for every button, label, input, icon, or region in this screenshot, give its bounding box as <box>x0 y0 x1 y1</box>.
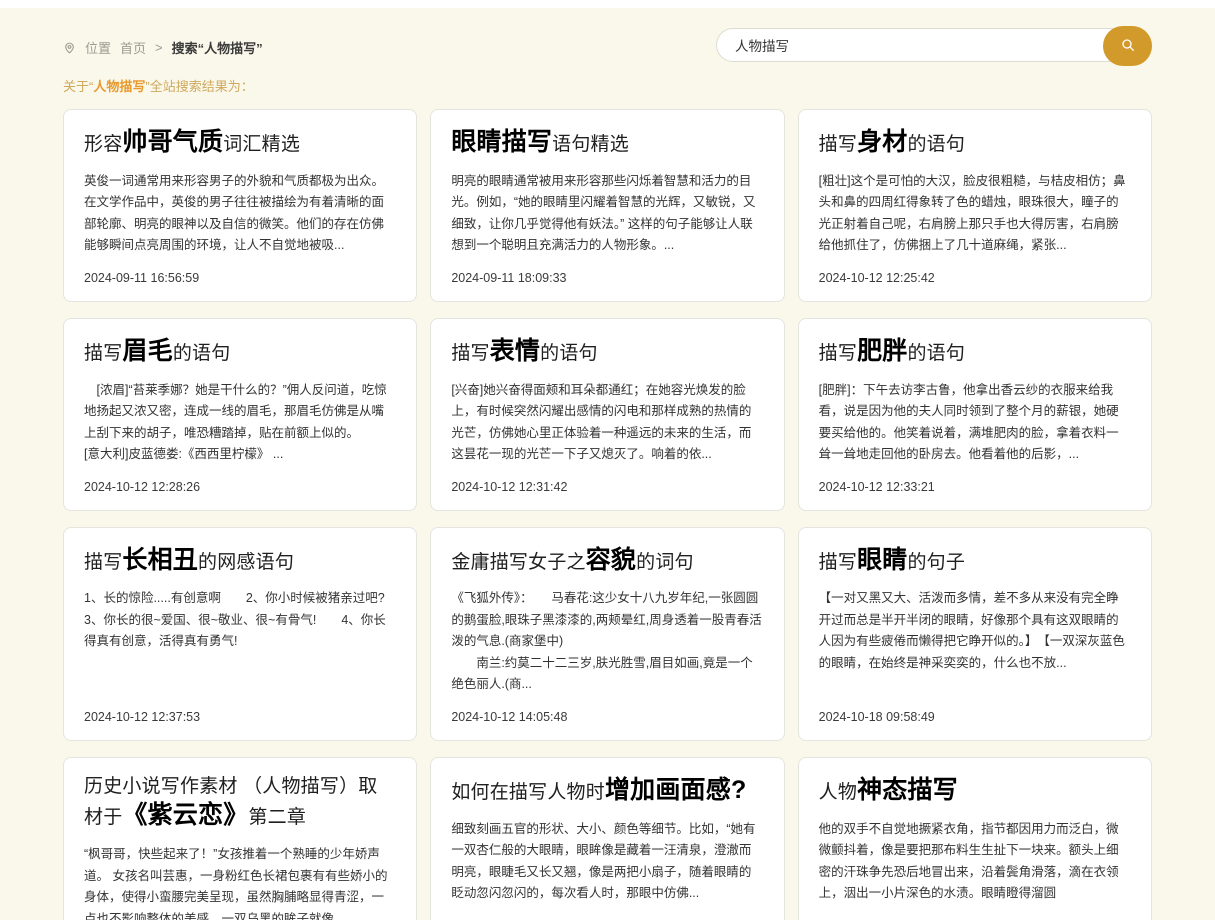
result-excerpt: 《飞狐外传》： 马春花:这少女十八九岁年纪,一张圆圆的鹅蛋脸,眼珠子黑漆漆的,两… <box>451 591 762 692</box>
result-card[interactable]: 描写肥胖的语句 [肥胖]：下午去访李古鲁，他拿出香云纱的衣服来给我看，说是因为他… <box>797 317 1152 511</box>
result-title: 描写身材的语句 <box>818 128 966 156</box>
search-keyword-highlight: 人物描写 <box>93 79 146 94</box>
result-title: 形容帅哥气质词汇精选 <box>84 128 301 156</box>
result-title: 金庸描写女子之容貌的词句 <box>451 545 694 574</box>
result-date: 2024-09-11 16:56:59 <box>84 270 200 285</box>
breadcrumb-home-link[interactable]: 首页 <box>120 38 146 57</box>
result-card[interactable]: 描写长相丑的网感语句 1、长的惊险.....有创意啊 2、你小时候被猪亲过吧? … <box>63 526 418 741</box>
header: 位置 首页 > 搜索“人物描写” <box>63 8 1152 70</box>
results-grid: 形容帅哥气质词汇精选 英俊一词通常用来形容男子的外貌和气质都极为出众。在文学作品… <box>63 109 1152 920</box>
result-card[interactable]: 形容帅哥气质词汇精选 英俊一词通常用来形容男子的外貌和气质都极为出众。在文学作品… <box>63 109 418 302</box>
result-card[interactable]: 金庸描写女子之容貌的词句 《飞狐外传》： 马春花:这少女十八九岁年纪,一张圆圆的… <box>430 526 785 741</box>
result-card[interactable]: 描写眉毛的语句 [浓眉]“苔莱季娜？她是干什么的？”佣人反问道，吃惊地扬起又浓又… <box>63 317 418 511</box>
result-title: 描写长相丑的网感语句 <box>84 545 295 574</box>
result-card[interactable]: 人物神态描写 他的双手不自觉地撅紧衣角，指节都因用力而泛白，微微颤抖着，像是要把… <box>797 756 1152 920</box>
result-card[interactable]: 描写表情的语句 [兴奋]她兴奋得面颊和耳朵都通红；在她容光焕发的脸上，有时候突然… <box>430 317 785 511</box>
result-card[interactable]: 描写眼睛的句子 【一对又黑又大、活泼而多情，差不多从来没有完全睁开过而总是半开半… <box>797 526 1152 741</box>
result-title: 描写肥胖的语句 <box>818 336 966 365</box>
result-card[interactable]: 历史小说写作素材 （人物描写）取材于《紫云恋》第二章 “枫哥哥，快些起来了！”女… <box>63 756 418 920</box>
result-title: 描写眉毛的语句 <box>84 336 231 365</box>
result-date: 2024-09-11 18:09:33 <box>451 270 567 285</box>
search-input[interactable] <box>716 28 1152 62</box>
result-title: 眼睛描写语句精选 <box>451 128 629 156</box>
result-excerpt: [浓眉]“苔莱季娜？她是干什么的？”佣人反问道，吃惊地扬起又浓又密，连成一线的眉… <box>84 382 391 462</box>
search-button[interactable] <box>1103 26 1152 66</box>
result-summary-line: 关于“人物描写”全站搜索结果为： <box>63 79 254 94</box>
result-date: 2024-10-12 12:37:53 <box>84 709 201 724</box>
page: 位置 首页 > 搜索“人物描写” 关于“人物 <box>0 0 1215 920</box>
result-card[interactable]: 眼睛描写语句精选 明亮的眼睛通常被用来形容那些闪烁着智慧和活力的目光。例如，“她… <box>430 109 785 302</box>
result-card[interactable]: 如何在描写人物时增加画面感? 细致刻画五官的形状、大小、颜色等细节。比如，“她有… <box>430 756 785 920</box>
result-excerpt: 明亮的眼睛通常被用来形容那些闪烁着智慧和活力的目光。例如，“她的眼睛里闪耀着智慧… <box>451 173 756 253</box>
result-excerpt: 1、长的惊险.....有创意啊 2、你小时候被猪亲过吧? 3、你长的很~爱国、很… <box>84 591 410 649</box>
result-excerpt: 英俊一词通常用来形容男子的外貌和气质都极为出众。在文学作品中，英俊的男子往往被描… <box>84 173 385 253</box>
result-title: 描写眼睛的句子 <box>818 545 966 574</box>
result-title: 如何在描写人物时增加画面感? <box>451 775 747 804</box>
result-excerpt: [兴奋]她兴奋得面颊和耳朵都通红；在她容光焕发的脸上，有时候突然闪耀出感情的闪电… <box>451 382 752 462</box>
breadcrumb-location-label: 位置 <box>85 41 112 56</box>
magnifier-icon <box>1120 37 1136 56</box>
result-date: 2024-10-18 09:58:49 <box>818 709 935 724</box>
result-excerpt: 【一对又黑又大、活泼而多情，差不多从来没有完全睁开过而总是半开半闭的眼睛，好像那… <box>818 591 1125 670</box>
result-card[interactable]: 描写身材的语句 [粗壮]这个是可怕的大汉，脸皮很粗糙，与桔皮相仿；鼻头和鼻的四周… <box>797 109 1152 302</box>
result-excerpt: 细致刻画五官的形状、大小、颜色等细节。比如，“她有一双杏仁般的大眼睛，眼眸像是藏… <box>451 821 756 901</box>
result-title: 人物神态描写 <box>818 775 958 804</box>
search-bar <box>716 26 1152 66</box>
result-date: 2024-10-12 14:05:48 <box>451 709 568 724</box>
result-date: 2024-10-12 12:28:26 <box>84 479 201 494</box>
result-excerpt: [粗壮]这个是可怕的大汉，脸皮很粗糙，与桔皮相仿；鼻头和鼻的四周红得象转了色的蜡… <box>818 173 1126 253</box>
result-excerpt: 他的双手不自觉地撅紧衣角，指节都因用力而泛白，微微颤抖着，像是要把那布料生生扯下… <box>818 821 1119 901</box>
result-excerpt: “枫哥哥，快些起来了！”女孩推着一个熟睡的少年娇声道。 女孩名叫芸惠，一身粉红色… <box>84 847 388 920</box>
result-date: 2024-10-12 12:31:42 <box>451 479 568 494</box>
result-date: 2024-10-12 12:33:21 <box>818 479 935 494</box>
content-area: 位置 首页 > 搜索“人物描写” 关于“人物 <box>0 8 1215 920</box>
result-date: 2024-10-12 12:25:42 <box>818 270 935 285</box>
location-pin-icon <box>63 41 76 55</box>
breadcrumb-separator: > <box>155 40 163 55</box>
result-title: 描写表情的语句 <box>451 336 598 365</box>
result-excerpt: [肥胖]：下午去访李古鲁，他拿出香云纱的衣服来给我看，说是因为他的夫人同时领到了… <box>818 382 1119 462</box>
breadcrumb-current: 搜索“人物描写” <box>171 41 263 56</box>
result-title: 历史小说写作素材 （人物描写）取材于《紫云恋》第二章 <box>84 775 378 830</box>
